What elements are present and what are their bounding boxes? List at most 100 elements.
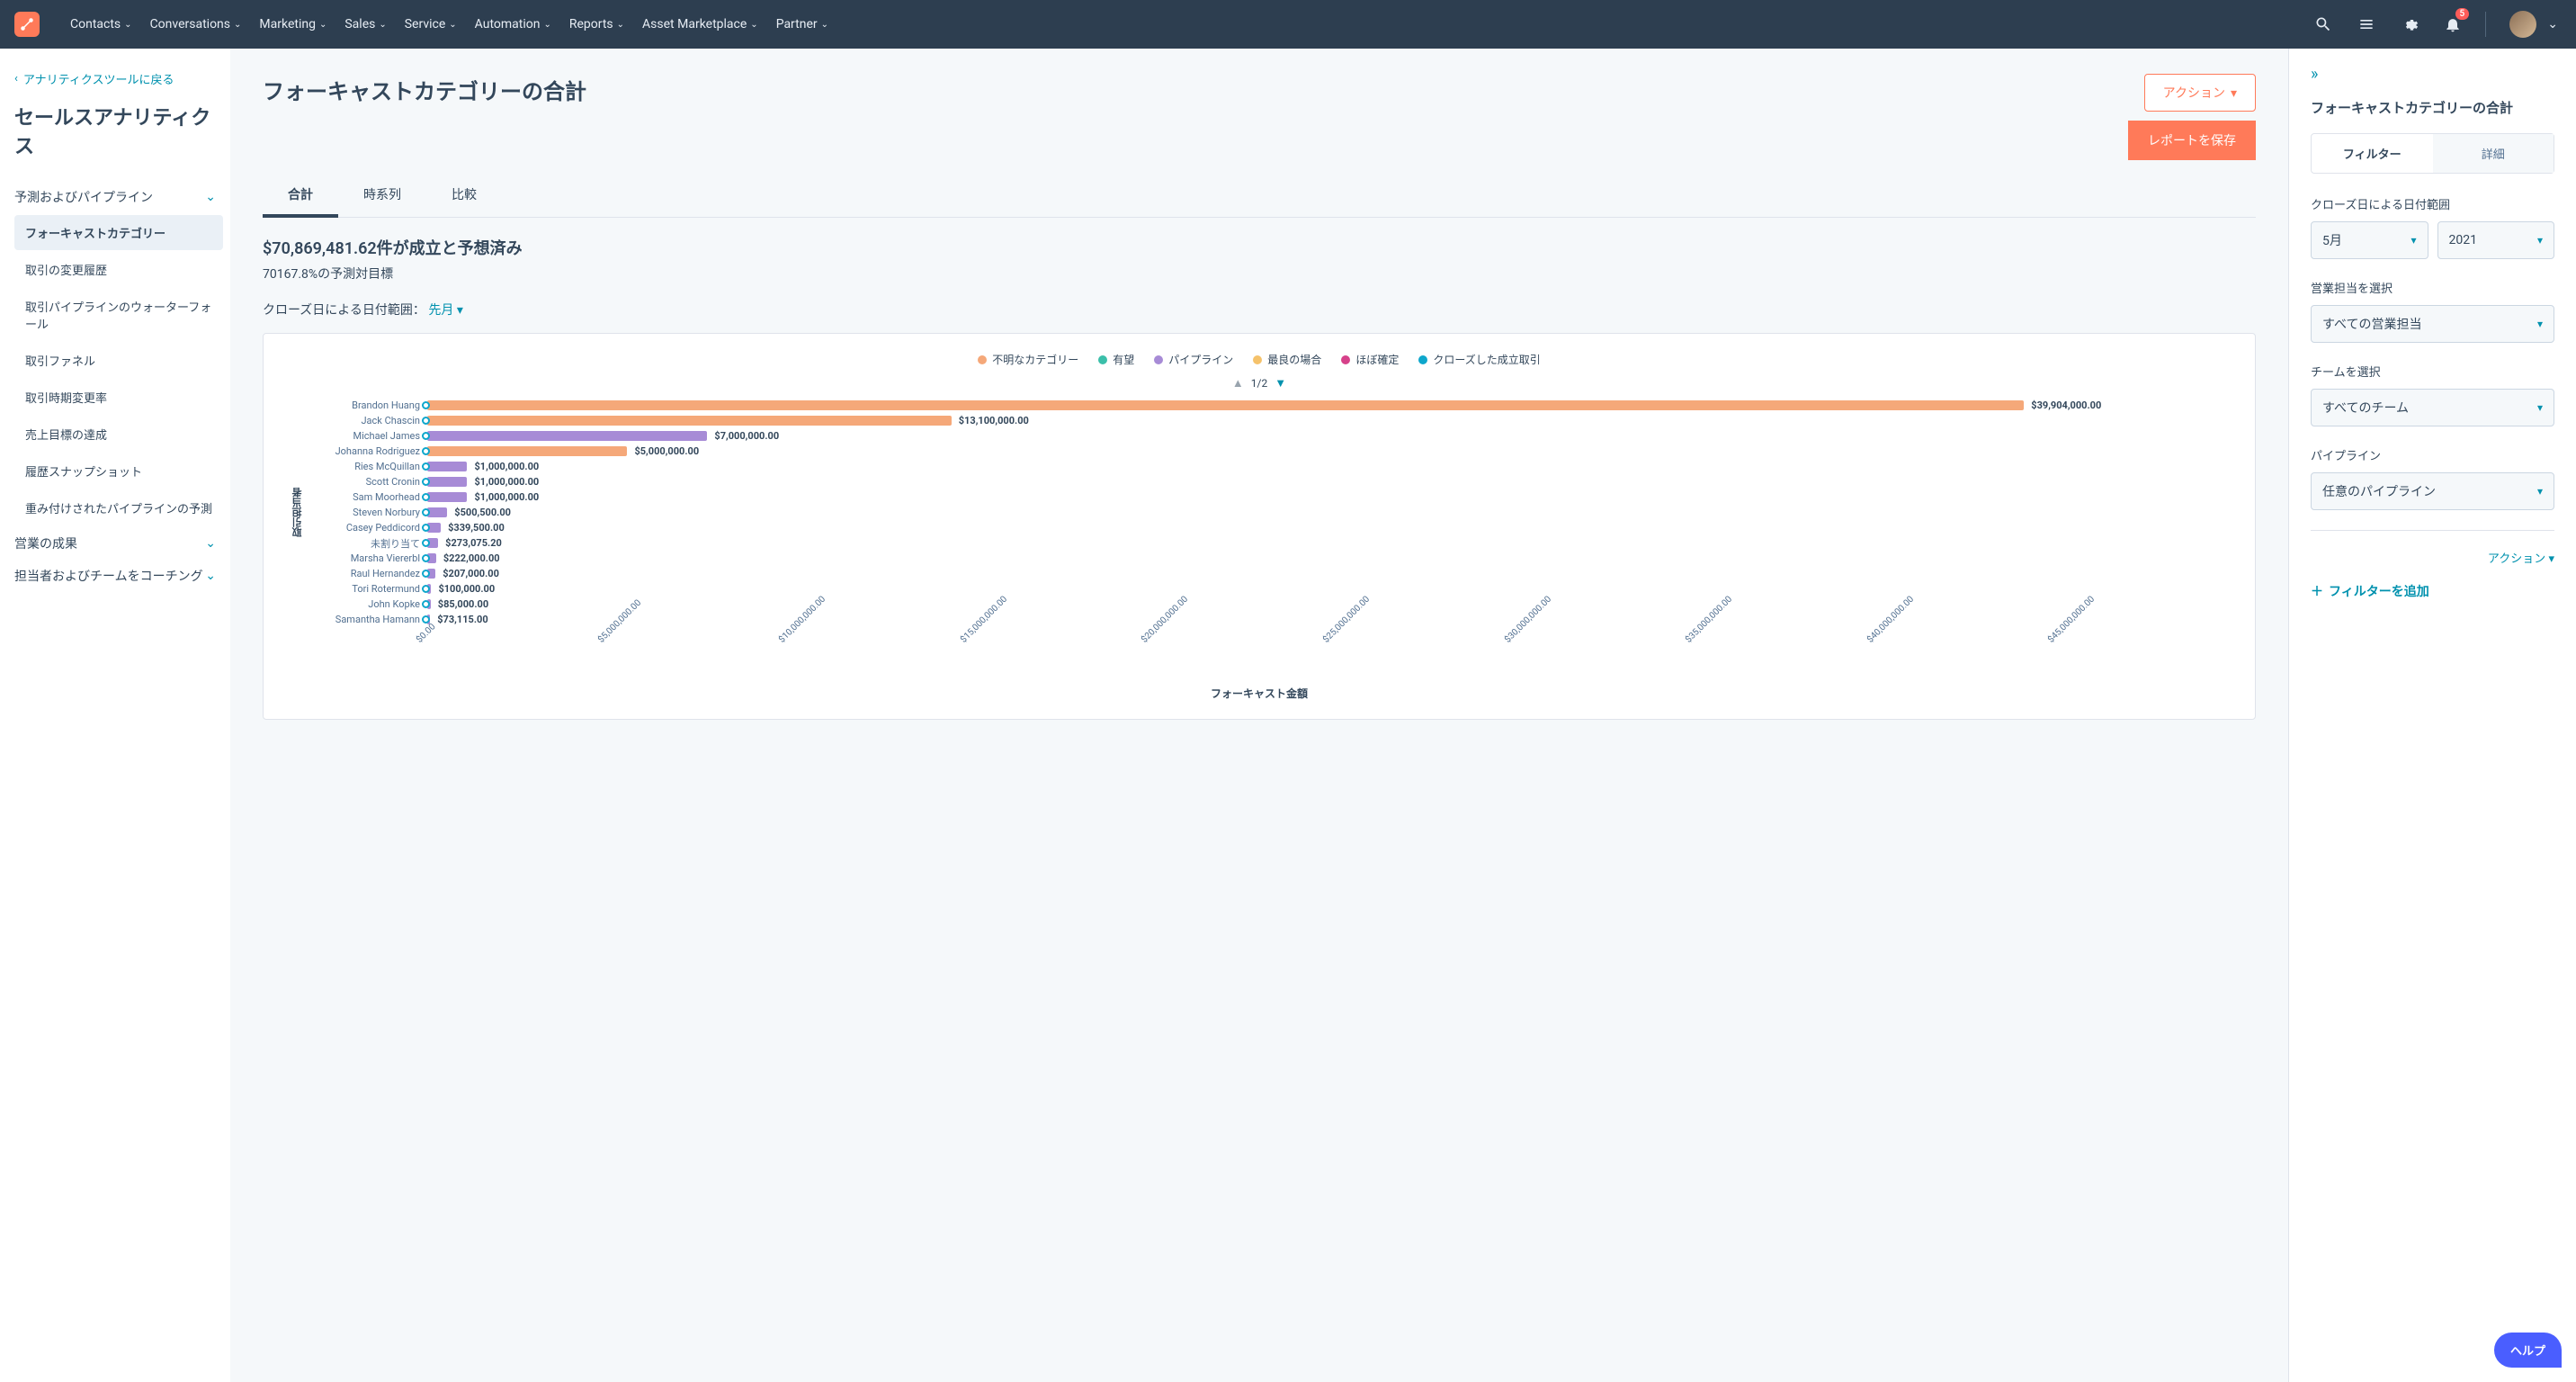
sidebar-item[interactable]: フォーキャストカテゴリー xyxy=(14,215,223,250)
legend-item[interactable]: 最良の場合 xyxy=(1253,352,1321,367)
right-title: フォーキャストカテゴリーの合計 xyxy=(2311,98,2554,117)
legend-item[interactable]: 有望 xyxy=(1098,352,1134,367)
save-report-button[interactable]: レポートを保存 xyxy=(2128,121,2256,160)
chevron-down-icon: ⌄ xyxy=(205,569,216,583)
caret-down-icon: ⌄ xyxy=(750,20,757,30)
right-sidebar: » フォーキャストカテゴリーの合計 フィルター 詳細 クローズ日による日付範囲 … xyxy=(2288,49,2576,1382)
right-tabs: フィルター 詳細 xyxy=(2311,133,2554,174)
sidebar-item[interactable]: 取引ファネル xyxy=(14,343,223,378)
bar-row[interactable]: Brandon Huang $39,904,000.00 xyxy=(310,398,2228,413)
chart-legend: 不明なカテゴリー 有望 パイプライン 最良の場合 ほぼ確定 クローズした成立取引 xyxy=(291,352,2228,367)
caret-down-icon: ▾ xyxy=(2537,401,2543,414)
nav-item[interactable]: Marketing⌄ xyxy=(250,10,335,39)
chevron-left-icon: ‹ xyxy=(14,72,18,85)
legend-item[interactable]: パイプライン xyxy=(1154,352,1233,367)
nav-item[interactable]: Partner⌄ xyxy=(767,10,837,39)
notification-badge: 5 xyxy=(2455,8,2470,20)
nav-item[interactable]: Service⌄ xyxy=(396,10,466,39)
bar-row[interactable]: Scott Cronin $1,000,000.00 xyxy=(310,474,2228,489)
sidebar-item[interactable]: 取引の変更履歴 xyxy=(14,252,223,287)
bar-row[interactable]: Tori Rotermund $100,000.00 xyxy=(310,581,2228,597)
caret-down-icon: ⌄ xyxy=(379,20,386,30)
caret-down-icon: ⌄ xyxy=(319,20,326,30)
tab-timeseries[interactable]: 時系列 xyxy=(338,175,426,217)
bar-row[interactable]: Ries McQuillan $1,000,000.00 xyxy=(310,459,2228,474)
section-forecast[interactable]: 予測およびパイプライン ⌄ xyxy=(14,181,230,213)
legend-swatch xyxy=(1418,355,1427,364)
legend-item[interactable]: ほぼ確定 xyxy=(1341,352,1399,367)
chevron-down-icon: ⌄ xyxy=(205,536,216,551)
legend-item[interactable]: 不明なカテゴリー xyxy=(978,352,1078,367)
expand-icon[interactable]: » xyxy=(2311,65,2318,84)
bar-fill xyxy=(427,507,447,517)
settings-icon[interactable] xyxy=(2399,13,2420,35)
section-coaching[interactable]: 担当者およびチームをコーチング ⌄ xyxy=(14,560,230,592)
hubspot-logo[interactable] xyxy=(14,12,40,37)
section-sales-results[interactable]: 営業の成果 ⌄ xyxy=(14,527,230,560)
pager-text: 1/2 xyxy=(1251,377,1267,390)
nav-item[interactable]: Automation⌄ xyxy=(466,10,560,39)
bar-fill xyxy=(427,492,467,502)
nav-item[interactable]: Conversations⌄ xyxy=(141,10,251,39)
tab-filter[interactable]: フィルター xyxy=(2312,134,2433,173)
notifications-icon[interactable]: 5 xyxy=(2442,13,2464,35)
sidebar-item[interactable]: 取引時期変更率 xyxy=(14,380,223,415)
sidebar-item[interactable]: 重み付けされたパイプラインの予測 xyxy=(14,490,223,525)
date-range-link[interactable]: 先月 ▾ xyxy=(428,303,463,318)
view-tabs: 合計 時系列 比較 xyxy=(263,175,2256,218)
bar-row[interactable]: John Kopke $85,000.00 xyxy=(310,597,2228,612)
bar-dot-icon xyxy=(422,508,430,516)
x-axis-label: フォーキャスト金額 xyxy=(291,686,2228,701)
nav-item[interactable]: Asset Marketplace⌄ xyxy=(633,10,767,39)
bar-label: Tori Rotermund xyxy=(310,583,427,595)
team-select[interactable]: すべてのチーム▾ xyxy=(2311,389,2554,426)
month-select[interactable]: 5月▾ xyxy=(2311,221,2428,259)
filter-team-label: チームを選択 xyxy=(2311,363,2554,380)
bar-label: John Kopke xyxy=(310,598,427,610)
bar-row[interactable]: Sam Moorhead $1,000,000.00 xyxy=(310,489,2228,505)
bar-fill xyxy=(427,431,707,441)
pager-next-icon[interactable]: ▼ xyxy=(1275,376,1286,390)
pipeline-select[interactable]: 任意のパイプライン▾ xyxy=(2311,472,2554,510)
sidebar-item[interactable]: 売上目標の達成 xyxy=(14,417,223,452)
page-title: フォーキャストカテゴリーの合計 xyxy=(263,74,586,105)
legend-item[interactable]: クローズした成立取引 xyxy=(1418,352,1540,367)
nav-item[interactable]: Reports⌄ xyxy=(560,10,633,39)
tab-total[interactable]: 合計 xyxy=(263,175,338,218)
bar-fill xyxy=(427,462,467,471)
bar-row[interactable]: Michael James $7,000,000.00 xyxy=(310,428,2228,444)
pager-prev-icon[interactable]: ▲ xyxy=(1232,376,1244,390)
caret-down-icon: ⌄ xyxy=(234,20,241,30)
add-filter-button[interactable]: ＋ フィルターを追加 xyxy=(2311,582,2554,600)
bar-dot-icon xyxy=(422,432,430,440)
tab-details[interactable]: 詳細 xyxy=(2433,134,2554,173)
bar-label: Michael James xyxy=(310,430,427,442)
bar-row[interactable]: Jack Chascin $13,100,000.00 xyxy=(310,413,2228,428)
bar-label: Ries McQuillan xyxy=(310,461,427,472)
bar-row[interactable]: Samantha Hamann $73,115.00 xyxy=(310,612,2228,627)
actions-button[interactable]: アクション ▾ xyxy=(2144,74,2256,112)
avatar[interactable] xyxy=(2509,11,2536,38)
bar-value: $1,000,000.00 xyxy=(474,461,539,472)
search-icon[interactable] xyxy=(2312,13,2334,35)
nav-item[interactable]: Contacts⌄ xyxy=(61,10,141,39)
nav-item[interactable]: Sales⌄ xyxy=(335,10,395,39)
help-button[interactable]: ヘルプ xyxy=(2494,1333,2562,1368)
tab-compare[interactable]: 比較 xyxy=(426,175,502,217)
bar-label: Scott Cronin xyxy=(310,476,427,488)
marketplace-icon[interactable] xyxy=(2356,13,2377,35)
bar-row[interactable]: 未割り当て $273,075.20 xyxy=(310,535,2228,551)
sidebar-item[interactable]: 取引パイプラインのウォーターフォール xyxy=(14,289,223,341)
bar-row[interactable]: Johanna Rodriguez $5,000,000.00 xyxy=(310,444,2228,459)
right-actions-link[interactable]: アクション ▾ xyxy=(2311,549,2554,566)
rep-select[interactable]: すべての営業担当▾ xyxy=(2311,305,2554,343)
legend-swatch xyxy=(978,355,987,364)
sidebar-item[interactable]: 履歴スナップショット xyxy=(14,453,223,489)
avatar-caret[interactable]: ⌄ xyxy=(2544,17,2562,31)
caret-down-icon: ▾ xyxy=(2411,234,2416,247)
back-link[interactable]: ‹ アナリティクスツールに戻る xyxy=(14,70,230,87)
bar-value: $273,075.20 xyxy=(445,537,502,549)
year-select[interactable]: 2021▾ xyxy=(2437,221,2555,259)
bar-value: $1,000,000.00 xyxy=(474,491,539,503)
metric-value: $70,869,481.62件が成立と予想済み xyxy=(263,236,2256,259)
